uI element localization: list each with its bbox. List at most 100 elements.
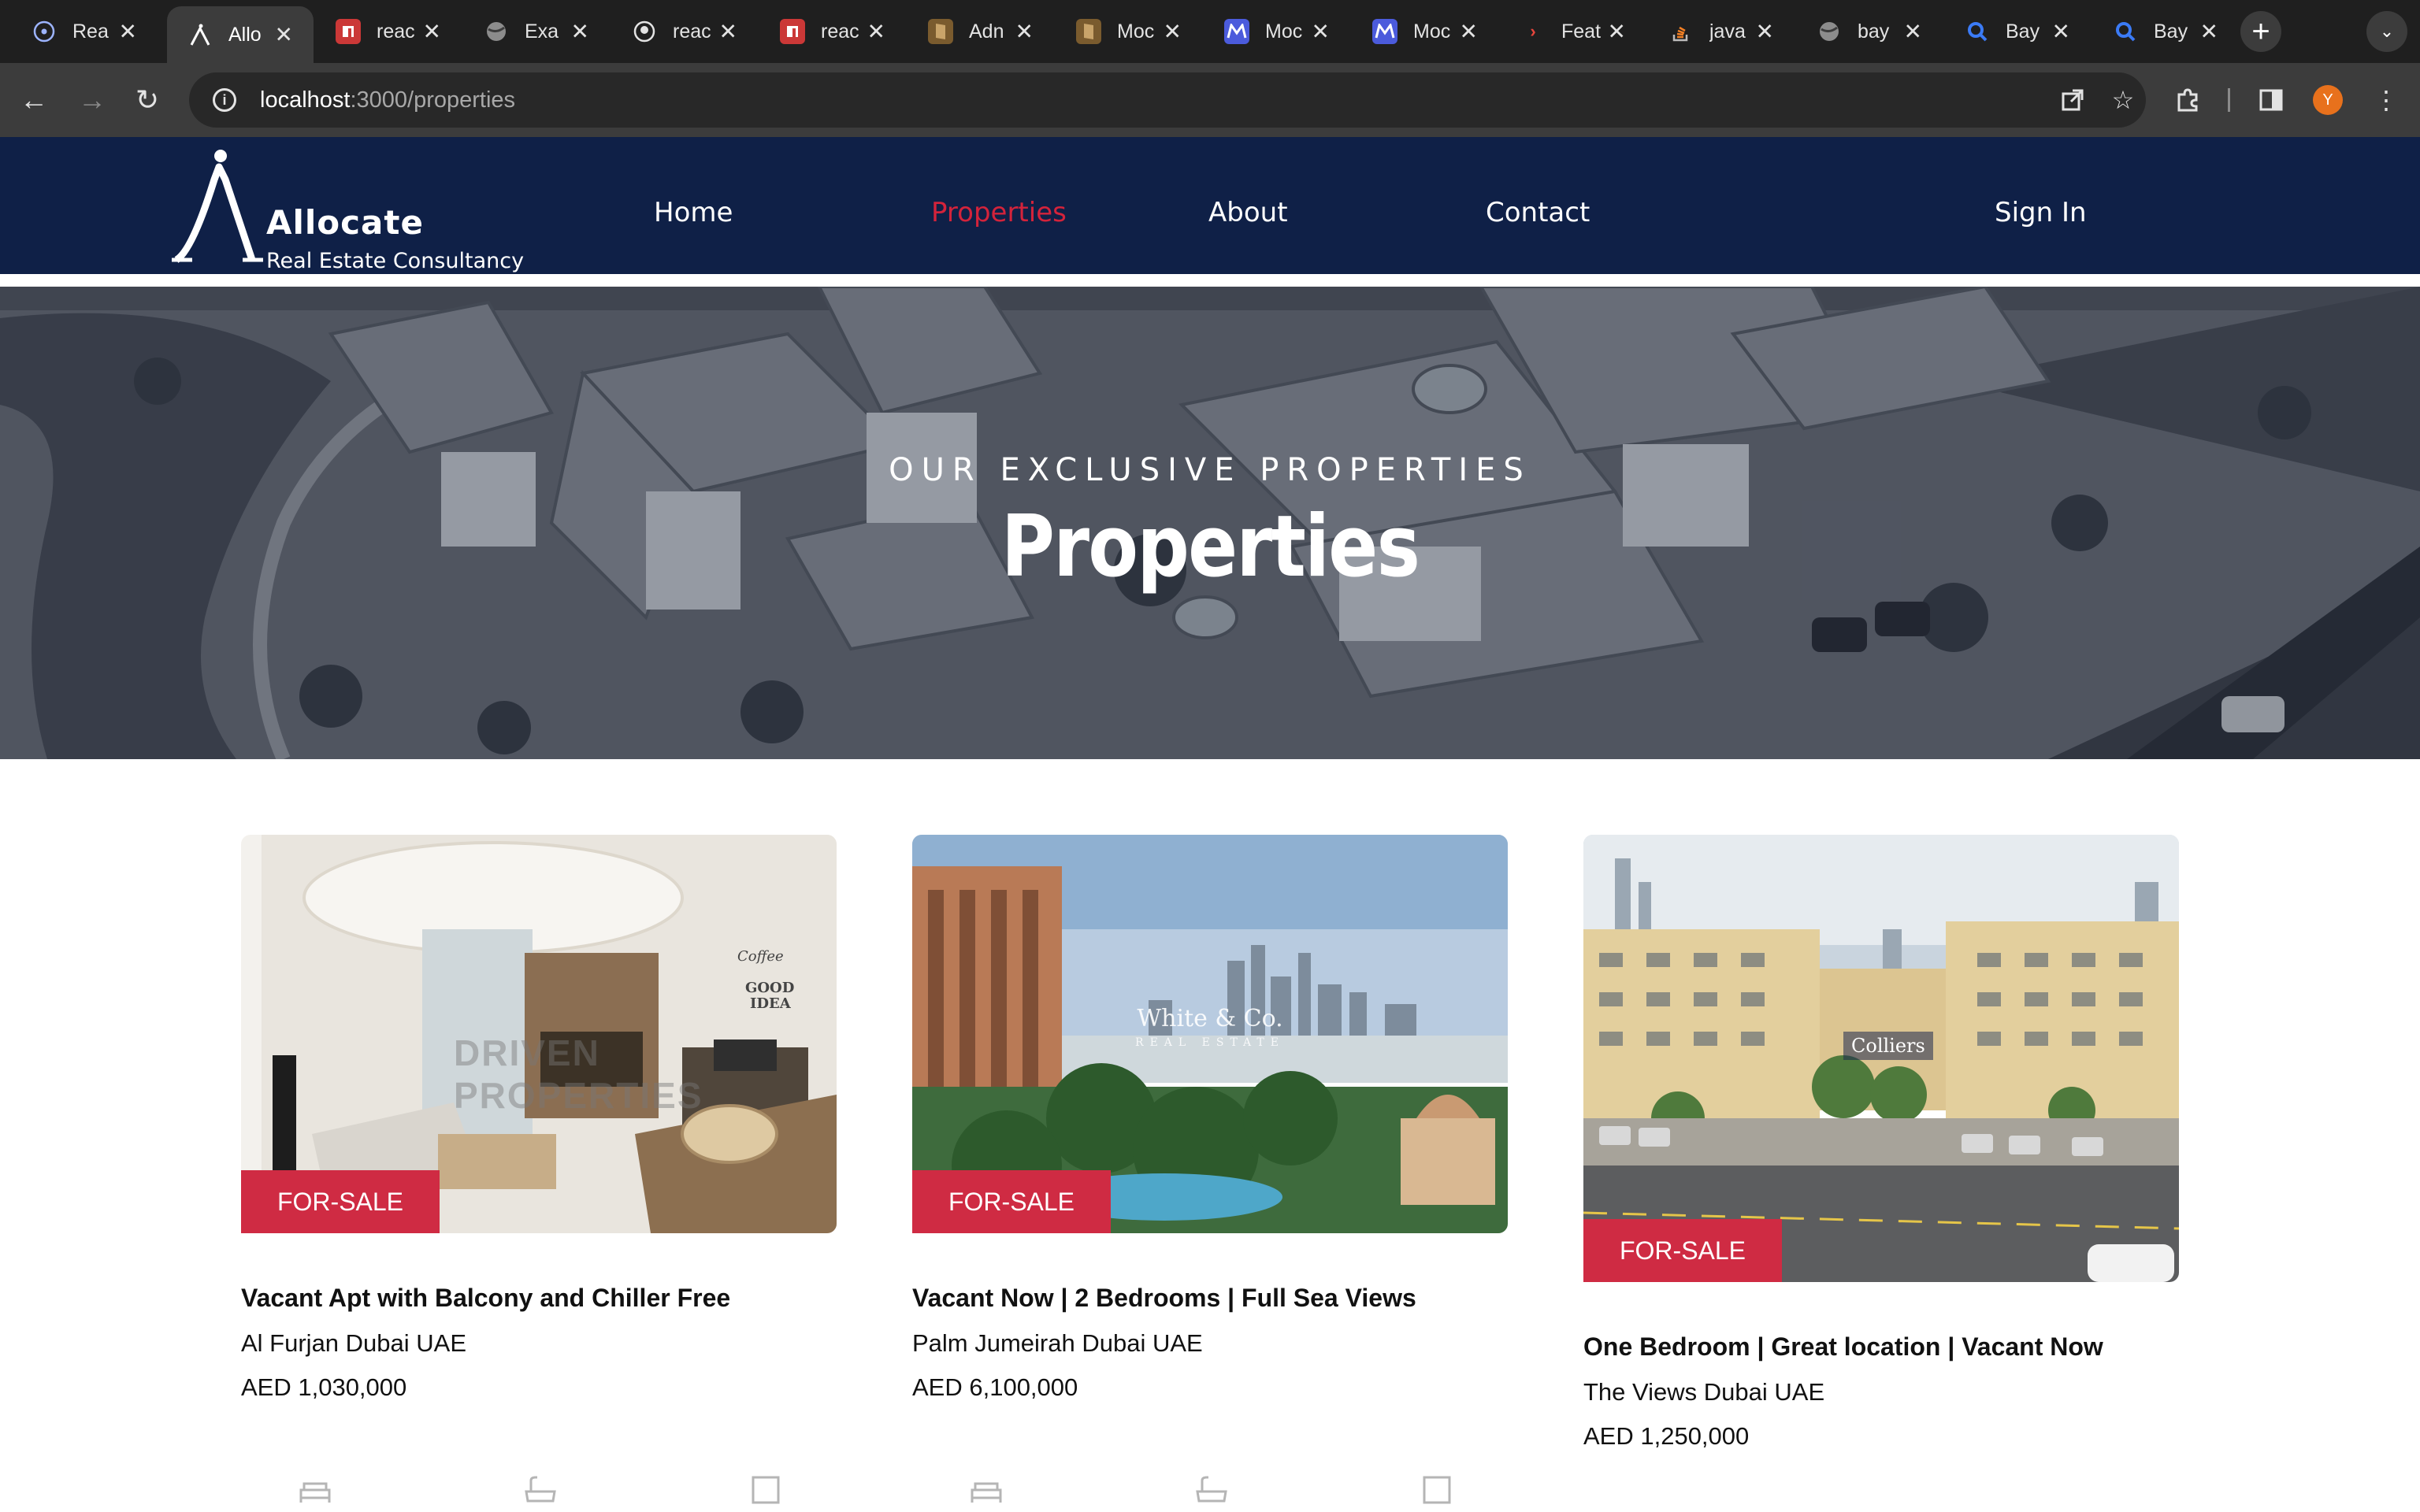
browser-tab[interactable]: Moc ✕: [1352, 8, 1498, 55]
tab-title: Moc: [1265, 20, 1303, 43]
hero-title: Properties: [1000, 498, 1420, 596]
globe-icon: [484, 19, 509, 44]
npm-icon: [336, 19, 361, 44]
close-tab-icon[interactable]: ✕: [1608, 19, 1626, 45]
nav-properties-link[interactable]: Properties: [931, 197, 1067, 228]
close-tab-icon[interactable]: ✕: [1904, 19, 1922, 45]
property-location: The Views Dubai UAE: [1583, 1378, 1825, 1406]
image-watermark-sub: REAL ESTATE: [1135, 1036, 1285, 1049]
image-watermark: DRIVEN PROPERTIES: [454, 1032, 703, 1116]
tab-title: Allo: [228, 23, 262, 46]
property-card[interactable]: Colliers FOR-SALE One Bedroom | Great lo…: [1583, 835, 2179, 1512]
property-location: Palm Jumeirah Dubai UAE: [912, 1329, 1203, 1357]
browser-tab[interactable]: reac ✕: [759, 8, 906, 55]
tab-title: reac: [673, 20, 711, 43]
close-tab-icon[interactable]: ✕: [423, 19, 441, 45]
browser-toolbar: ← → ↻ i localhost:3000/properties ☆ Y ⋮: [0, 63, 2420, 137]
tab-title: Moc: [1117, 20, 1155, 43]
property-card[interactable]: White & Co. REAL ESTATE FOR-SALE Vacant …: [912, 835, 1508, 1512]
close-tab-icon[interactable]: ✕: [571, 19, 589, 45]
logo-name: Allocate: [266, 203, 424, 242]
allocate-logo-icon: [172, 150, 263, 263]
new-tab-button[interactable]: +: [2240, 11, 2281, 52]
property-title[interactable]: Vacant Now | 2 Bedrooms | Full Sea Views: [912, 1284, 1416, 1313]
profile-avatar[interactable]: Y: [2313, 85, 2343, 115]
tab-title: Bay: [2006, 20, 2040, 43]
browser-tab[interactable]: Moc ✕: [1204, 8, 1350, 55]
toolbar-divider: [2228, 88, 2230, 112]
tab-search-icon[interactable]: ⌄: [2366, 11, 2407, 52]
nav-about-link[interactable]: About: [1208, 197, 1288, 228]
url-text[interactable]: localhost:3000/properties: [260, 87, 515, 113]
area-icon: [1423, 1476, 1451, 1504]
tab-title: bay: [1858, 20, 1890, 43]
property-title[interactable]: Vacant Apt with Balcony and Chiller Free: [241, 1284, 730, 1313]
address-bar[interactable]: i localhost:3000/properties ☆: [189, 72, 2146, 128]
area-icon: [752, 1476, 780, 1504]
browser-menu-icon[interactable]: ⋮: [2366, 80, 2406, 120]
browser-tab[interactable]: bay ✕: [1796, 8, 1943, 55]
back-arrow-icon[interactable]: ←: [14, 80, 54, 120]
mockapi-icon: [1372, 19, 1397, 44]
browser-tab[interactable]: reac ✕: [315, 8, 462, 55]
reload-icon[interactable]: ↻: [128, 80, 167, 120]
stackoverflow-icon: [1668, 19, 1694, 44]
site-logo[interactable]: Allocate Real Estate Consultancy: [170, 148, 540, 273]
svg-text:GOOD: GOOD: [745, 980, 794, 996]
image-watermark: White & Co.: [1137, 1005, 1283, 1032]
tab-title: Feat: [1561, 20, 1602, 43]
close-tab-icon[interactable]: ✕: [2200, 19, 2218, 45]
allocate-icon: [187, 22, 213, 47]
browser-tab[interactable]: java ✕: [1648, 8, 1795, 55]
open-in-app-icon[interactable]: [2056, 83, 2089, 117]
browser-tab[interactable]: Exa ✕: [463, 8, 610, 55]
close-tab-icon[interactable]: ✕: [119, 19, 137, 45]
close-tab-icon[interactable]: ✕: [719, 19, 737, 45]
close-tab-icon[interactable]: ✕: [1164, 19, 1182, 45]
docs-icon: [1076, 19, 1101, 44]
bed-icon: [299, 1482, 331, 1503]
nav-contact-link[interactable]: Contact: [1486, 197, 1590, 228]
bath-icon: [525, 1476, 556, 1503]
tab-title: Moc: [1413, 20, 1451, 43]
react-icon: [32, 19, 57, 44]
close-tab-icon[interactable]: ✕: [275, 22, 293, 48]
tab-title: reac: [377, 20, 415, 43]
browser-tab-active[interactable]: Allo ✕: [167, 6, 314, 63]
tab-title: Exa: [525, 20, 559, 43]
property-card[interactable]: Coffee GOOD IDEA DRIVEN PROPERTIES FOR-S…: [241, 835, 837, 1512]
hero-kicker: OUR EXCLUSIVE PROPERTIES: [889, 452, 1531, 488]
search-q-icon: [1965, 19, 1990, 44]
for-sale-badge: FOR-SALE: [1583, 1219, 1782, 1282]
close-tab-icon[interactable]: ✕: [2052, 19, 2070, 45]
tab-title: java: [1709, 20, 1746, 43]
browser-tab[interactable]: Adn ✕: [908, 8, 1054, 55]
browser-tab[interactable]: Bay ✕: [1944, 8, 2091, 55]
logo-tagline: Real Estate Consultancy: [266, 249, 525, 273]
close-tab-icon[interactable]: ✕: [1756, 19, 1774, 45]
chevron-icon: ›: [1530, 21, 1536, 41]
close-tab-icon[interactable]: ✕: [1460, 19, 1478, 45]
bookmark-star-icon[interactable]: ☆: [2106, 83, 2140, 117]
side-panel-icon[interactable]: [2251, 80, 2291, 120]
close-tab-icon[interactable]: ✕: [1015, 19, 1034, 45]
hero-banner: OUR EXCLUSIVE PROPERTIES Properties: [0, 287, 2420, 759]
browser-tab[interactable]: › Feat ✕: [1500, 8, 1646, 55]
globe-icon: [1817, 19, 1842, 44]
close-tab-icon[interactable]: ✕: [1312, 19, 1330, 45]
browser-tab[interactable]: Moc ✕: [1056, 8, 1202, 55]
svg-text:IDEA: IDEA: [750, 995, 792, 1012]
browser-tab[interactable]: Bay ✕: [2092, 8, 2239, 55]
property-image[interactable]: Colliers: [1583, 835, 2179, 1282]
for-sale-badge: FOR-SALE: [241, 1170, 440, 1233]
nav-home-link[interactable]: Home: [654, 197, 733, 228]
forward-arrow-icon[interactable]: →: [72, 80, 112, 120]
site-info-icon[interactable]: i: [213, 88, 236, 112]
browser-tab[interactable]: Rea ✕: [11, 8, 158, 55]
close-tab-icon[interactable]: ✕: [867, 19, 885, 45]
sign-in-link[interactable]: Sign In: [1995, 197, 2087, 228]
extensions-puzzle-icon[interactable]: [2168, 80, 2207, 120]
property-title[interactable]: One Bedroom | Great location | Vacant No…: [1583, 1332, 2103, 1362]
for-sale-badge: FOR-SALE: [912, 1170, 1111, 1233]
browser-tab[interactable]: reac ✕: [611, 8, 758, 55]
